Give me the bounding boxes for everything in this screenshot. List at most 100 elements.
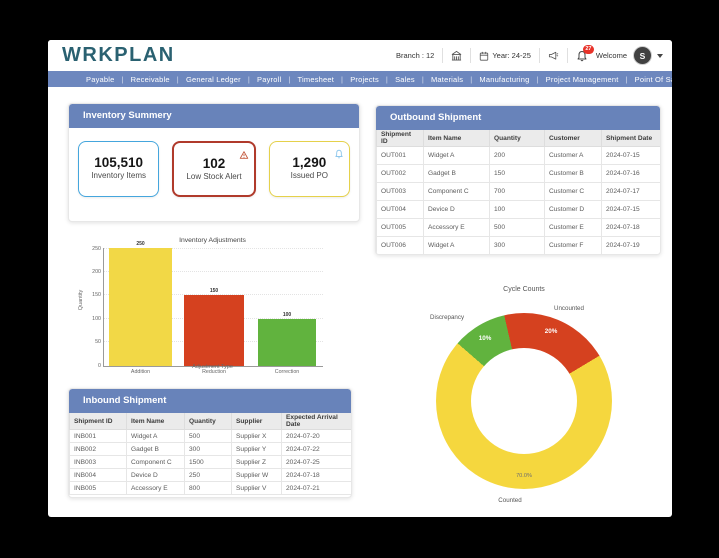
y-tick: 50: [95, 339, 101, 345]
bar-value: 150: [209, 288, 219, 295]
label-discrepancy: Discrepancy: [430, 314, 465, 321]
table-row: INB003 Component C 1500 Supplier Z 2024-07-2…: [69, 455, 351, 469]
table-row: OUT002 Gadget B 150 Customer B 2024-07-16: [376, 164, 660, 183]
branch-selector[interactable]: Branch : 12: [396, 51, 434, 60]
col-customer: Customer: [544, 130, 602, 147]
low-stock-alert-card[interactable]: 102 Low Stock Alert: [172, 141, 256, 197]
nav-item-manufacturing[interactable]: Manufacturing: [463, 75, 529, 84]
cell: 2024-07-16: [601, 164, 660, 183]
cell: 500: [184, 429, 232, 443]
cell: OUT006: [376, 236, 424, 254]
table-row: OUT005 Accessory E 500 Customer E 2024-07-18: [376, 218, 660, 237]
nav-item-projects[interactable]: Projects: [334, 75, 379, 84]
col-shipment-id: Shipment ID: [376, 130, 424, 147]
cell: Accessory E: [423, 218, 490, 237]
inbound-shipment-title: Inbound Shipment: [69, 389, 351, 413]
col-shipment-date: Shipment Date: [601, 130, 660, 147]
cell: Component C: [423, 182, 490, 201]
notifications-button[interactable]: 27: [576, 44, 594, 62]
stat-cards-row: 105,510 Inventory Items 102 Low Stock Al…: [69, 128, 359, 197]
inventory-items-label: Inventory Items: [91, 171, 146, 180]
col-item-name: Item Name: [126, 413, 185, 430]
col-supplier: Supplier: [231, 413, 282, 430]
cell: OUT002: [376, 164, 424, 183]
col-quantity: Quantity: [489, 130, 545, 147]
inventory-adjustments-chart: Inventory Adjustments Quantity 0 50 100 …: [75, 235, 375, 387]
cell: Supplier W: [231, 468, 282, 482]
header-controls: Branch : 12 Year: 24-25 27 Welcome S: [396, 44, 663, 65]
cell: 500: [489, 218, 545, 237]
nav-item-payroll[interactable]: Payroll: [241, 75, 281, 84]
cell: 300: [184, 442, 232, 456]
cell: Supplier V: [231, 481, 282, 495]
cell: 2024-07-22: [281, 442, 351, 456]
table-row: INB002 Gadget B 300 Supplier Y 2024-07-22: [69, 442, 351, 456]
fiscal-year-selector[interactable]: Year: 24-25: [479, 51, 531, 61]
cell: Customer C: [544, 182, 602, 201]
inventory-summary-title: Inventory Summery: [69, 104, 359, 128]
cell: Gadget B: [423, 164, 490, 183]
nav-item-receivable[interactable]: Receivable: [115, 75, 170, 84]
nav-item-materials[interactable]: Materials: [415, 75, 463, 84]
inventory-items-value: 105,510: [94, 155, 144, 170]
cell: Component C: [126, 455, 185, 469]
cell: 150: [489, 164, 545, 183]
nav-item-general-ledger[interactable]: General Ledger: [170, 75, 241, 84]
nav-item-project-management[interactable]: Project Management: [530, 75, 619, 84]
y-tick: 250: [92, 246, 101, 252]
col-shipment-id: Shipment ID: [69, 413, 127, 430]
cell: 2024-07-20: [281, 429, 351, 443]
col-expected-arrival-date: Expected Arrival Date: [281, 413, 351, 430]
cell: 2024-07-18: [601, 218, 660, 237]
issued-po-card[interactable]: 1,290 Issued PO: [268, 141, 350, 197]
cell: 2024-07-15: [601, 200, 660, 219]
desktop-background: { "header": { "logo": "WRKPLAN", "branch…: [0, 0, 719, 558]
outbound-shipment-panel: Outbound Shipment Shipment ID Item Name …: [375, 105, 661, 255]
main-nav-bar: Payable Receivable General Ledger Payrol…: [48, 71, 672, 87]
y-tick: 100: [92, 316, 101, 322]
x-axis-label: Adjustment Type: [192, 364, 233, 370]
slice-pct-discrepancy: 10%: [478, 335, 492, 342]
cell: 250: [184, 468, 232, 482]
cell: INB002: [69, 442, 127, 456]
cell: Customer E: [544, 218, 602, 237]
nav-item-sales[interactable]: Sales: [379, 75, 415, 84]
cell: 800: [184, 481, 232, 495]
table-row: OUT004 Device D 100 Customer D 2024-07-15: [376, 200, 660, 219]
cell: INB003: [69, 455, 127, 469]
nav-item-point-of-sale[interactable]: Point Of Sale: [618, 75, 672, 84]
cell: Widget A: [423, 236, 490, 254]
company-button[interactable]: [451, 50, 462, 61]
inbound-shipment-table: Shipment ID Item Name Quantity Supplier …: [69, 413, 351, 495]
cell: 2024-07-18: [281, 468, 351, 482]
slice-pct-uncounted: 20%: [544, 328, 558, 335]
nav-item-payable[interactable]: Payable: [86, 75, 115, 84]
nav-item-timesheet[interactable]: Timesheet: [281, 75, 334, 84]
chevron-down-icon[interactable]: [657, 53, 663, 58]
cell: OUT005: [376, 218, 424, 237]
announcements-button[interactable]: [548, 50, 559, 61]
notification-badge: 27: [582, 44, 594, 54]
cell: INB001: [69, 429, 127, 443]
table-header-row: Shipment ID Item Name Quantity Customer …: [376, 130, 660, 147]
bar-value: 250: [136, 241, 145, 247]
outbound-shipment-table: Shipment ID Item Name Quantity Customer …: [376, 130, 660, 254]
dashboard-page: WRKPLAN Branch : 12 Year: 24-25 27 Welco…: [48, 40, 672, 517]
cell: Customer F: [544, 236, 602, 254]
low-stock-label: Low Stock Alert: [186, 172, 242, 181]
cell: 200: [489, 146, 545, 165]
inventory-summary-panel: Inventory Summery 105,510 Inventory Item…: [68, 103, 360, 222]
table-row: OUT001 Widget A 200 Customer A 2024-07-15: [376, 146, 660, 165]
cell: Customer A: [544, 146, 602, 165]
welcome-label: Welcome: [595, 51, 627, 60]
table-row: INB005 Accessory E 800 Supplier V 2024-07-21: [69, 481, 351, 495]
cell: 2024-07-25: [281, 455, 351, 469]
user-menu[interactable]: Welcome S: [596, 46, 663, 65]
donut-chart-title: Cycle Counts: [503, 286, 545, 293]
cell: 2024-07-15: [601, 146, 660, 165]
inbound-shipment-panel: Inbound Shipment Shipment ID Item Name Q…: [68, 388, 352, 498]
separator: [538, 48, 540, 63]
inventory-items-card[interactable]: 105,510 Inventory Items: [78, 141, 160, 197]
cell: OUT003: [376, 182, 424, 201]
avatar[interactable]: S: [633, 46, 652, 65]
